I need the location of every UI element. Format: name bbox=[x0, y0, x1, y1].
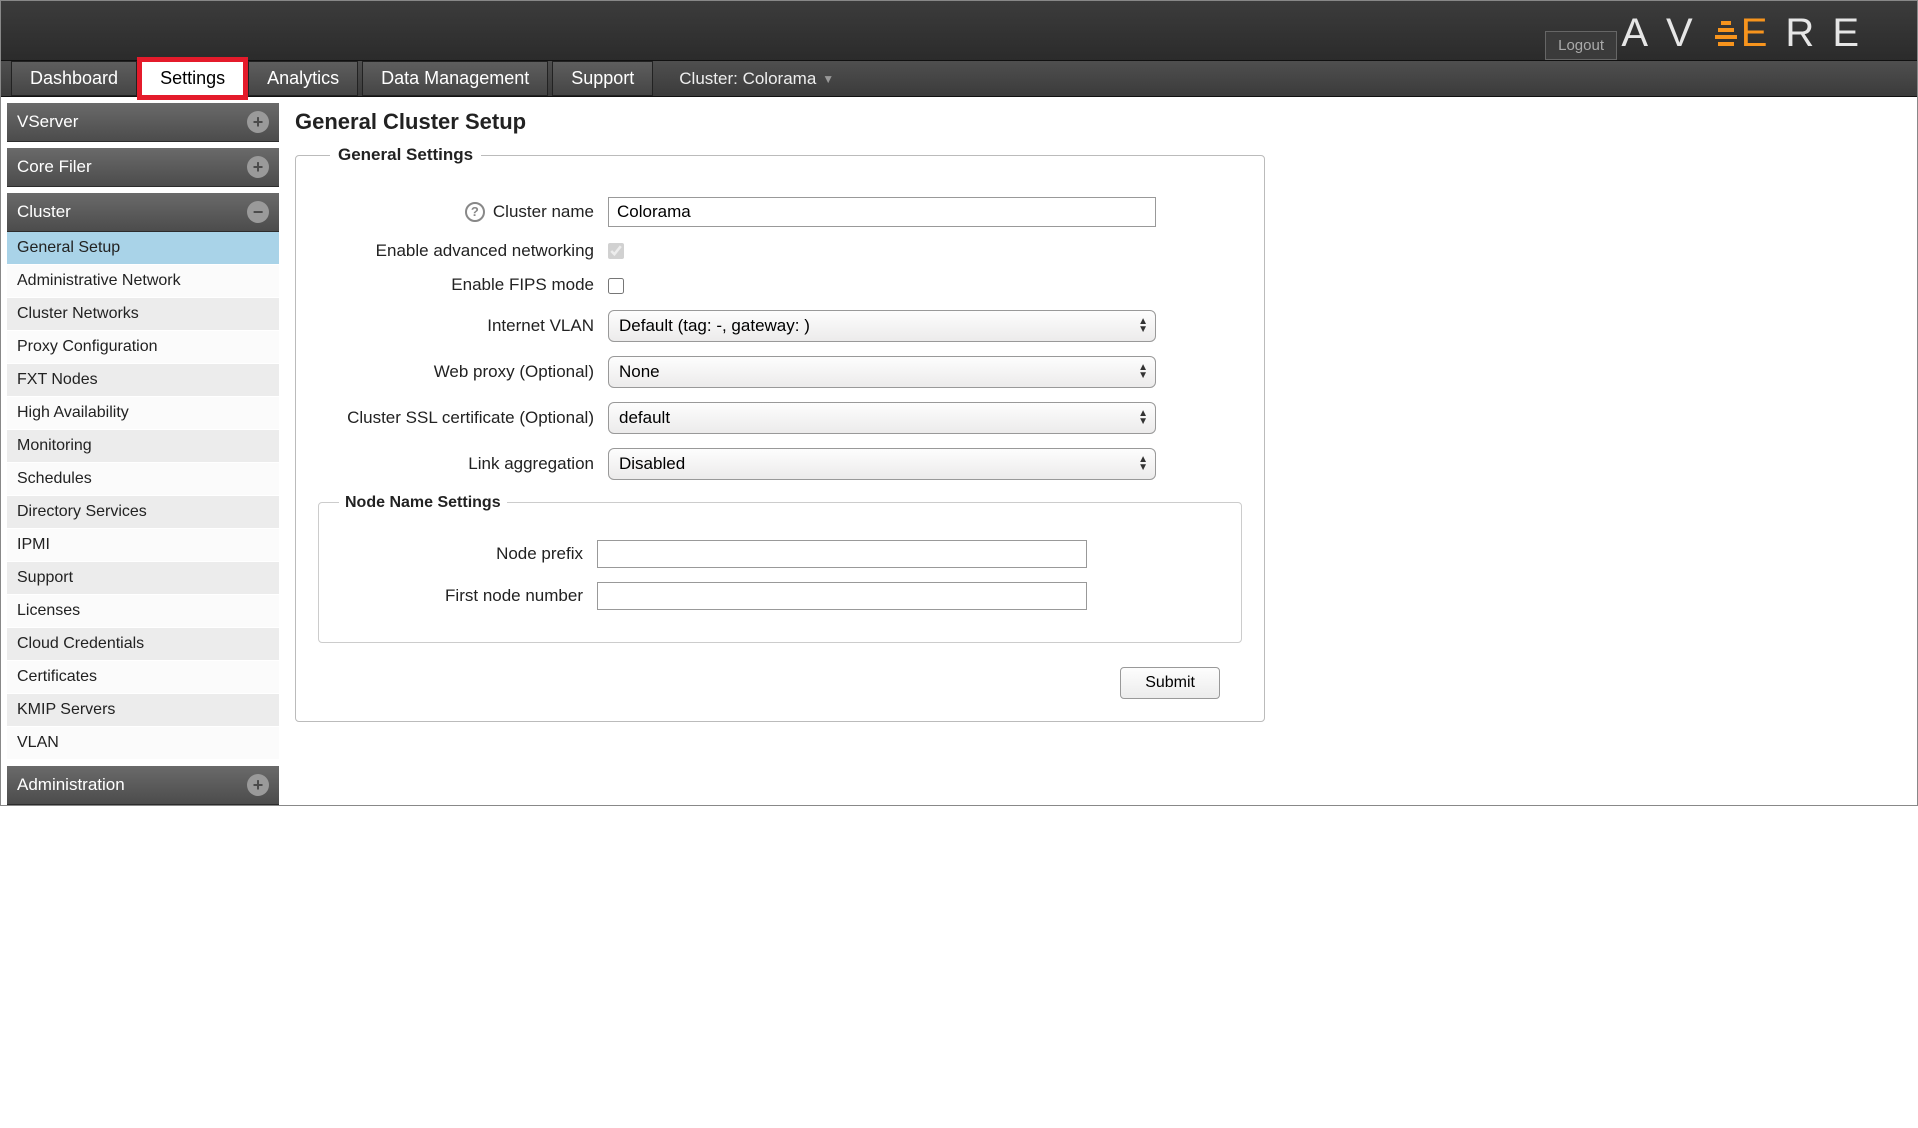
general-legend: General Settings bbox=[330, 145, 481, 165]
node-name-settings-panel: Node Name Settings Node prefix First nod… bbox=[318, 494, 1242, 643]
node-prefix-input[interactable] bbox=[597, 540, 1087, 568]
sidebar-group-cluster[interactable]: Cluster bbox=[7, 193, 279, 232]
sidebar-group-corefiler[interactable]: Core Filer bbox=[7, 148, 279, 187]
adv-networking-checkbox[interactable] bbox=[608, 243, 624, 259]
sidebar-item-cluster-networks[interactable]: Cluster Networks bbox=[7, 298, 279, 331]
tab-settings[interactable]: Settings bbox=[141, 61, 244, 96]
sidebar-item-fxt-nodes[interactable]: FXT Nodes bbox=[7, 364, 279, 397]
sidebar-item-admin-network[interactable]: Administrative Network bbox=[7, 265, 279, 298]
sidebar-item-directory-services[interactable]: Directory Services bbox=[7, 496, 279, 529]
label-internet-vlan: Internet VLAN bbox=[318, 316, 608, 336]
sidebar-item-high-availability[interactable]: High Availability bbox=[7, 397, 279, 430]
sidebar-item-cloud-credentials[interactable]: Cloud Credentials bbox=[7, 628, 279, 661]
label-node-prefix: Node prefix bbox=[327, 544, 597, 564]
label-link-agg: Link aggregation bbox=[318, 454, 608, 474]
label-web-proxy: Web proxy (Optional) bbox=[318, 362, 608, 382]
sidebar-item-proxy-config[interactable]: Proxy Configuration bbox=[7, 331, 279, 364]
sidebar-group-vserver[interactable]: VServer bbox=[7, 103, 279, 142]
general-settings-panel: General Settings ? Cluster name Enable a… bbox=[295, 145, 1265, 722]
sidebar-item-certificates[interactable]: Certificates bbox=[7, 661, 279, 694]
ssl-cert-select[interactable]: default bbox=[608, 402, 1156, 434]
label-cluster-name: Cluster name bbox=[493, 202, 594, 222]
sidebar-item-kmip-servers[interactable]: KMIP Servers bbox=[7, 694, 279, 727]
page-title: General Cluster Setup bbox=[295, 109, 1265, 135]
sidebar-item-schedules[interactable]: Schedules bbox=[7, 463, 279, 496]
link-aggregation-select[interactable]: Disabled bbox=[608, 448, 1156, 480]
sidebar-item-ipmi[interactable]: IPMI bbox=[7, 529, 279, 562]
sidebar-item-monitoring[interactable]: Monitoring bbox=[7, 430, 279, 463]
web-proxy-select[interactable]: None bbox=[608, 356, 1156, 388]
sidebar-group-administration[interactable]: Administration bbox=[7, 766, 279, 805]
internet-vlan-select[interactable]: Default (tag: -, gateway: ) bbox=[608, 310, 1156, 342]
first-node-number-input[interactable] bbox=[597, 582, 1087, 610]
label-adv-net: Enable advanced networking bbox=[318, 241, 608, 261]
tab-analytics[interactable]: Analytics bbox=[248, 61, 358, 96]
cluster-selector[interactable]: Cluster: Colorama ▼ bbox=[657, 61, 834, 96]
brand-bars-icon bbox=[1715, 21, 1737, 46]
node-legend: Node Name Settings bbox=[339, 494, 507, 512]
plus-icon bbox=[247, 111, 269, 133]
top-header: Logout A V E R E bbox=[1, 1, 1917, 61]
label-fips: Enable FIPS mode bbox=[318, 275, 608, 295]
submit-button[interactable]: Submit bbox=[1120, 667, 1220, 699]
sidebar: VServer Core Filer Cluster General Setup… bbox=[1, 97, 279, 805]
tab-dashboard[interactable]: Dashboard bbox=[11, 61, 137, 96]
fips-checkbox[interactable] bbox=[608, 278, 624, 294]
chevron-down-icon: ▼ bbox=[822, 72, 834, 86]
cluster-label: Cluster: Colorama bbox=[679, 69, 816, 89]
minus-icon bbox=[247, 201, 269, 223]
sidebar-item-general-setup[interactable]: General Setup bbox=[7, 232, 279, 265]
tab-support[interactable]: Support bbox=[552, 61, 653, 96]
help-icon[interactable]: ? bbox=[465, 202, 485, 222]
sidebar-item-vlan[interactable]: VLAN bbox=[7, 727, 279, 760]
cluster-name-input[interactable] bbox=[608, 197, 1156, 227]
main-content: General Cluster Setup General Settings ?… bbox=[279, 97, 1289, 752]
tab-data-management[interactable]: Data Management bbox=[362, 61, 548, 96]
label-ssl-cert: Cluster SSL certificate (Optional) bbox=[318, 408, 608, 428]
brand-logo: A V E R E bbox=[1621, 11, 1877, 56]
logout-button[interactable]: Logout bbox=[1545, 31, 1617, 60]
plus-icon bbox=[247, 774, 269, 796]
plus-icon bbox=[247, 156, 269, 178]
main-tabs: Dashboard Settings Analytics Data Manage… bbox=[1, 61, 1917, 97]
label-first-node: First node number bbox=[327, 586, 597, 606]
sidebar-item-support[interactable]: Support bbox=[7, 562, 279, 595]
sidebar-item-licenses[interactable]: Licenses bbox=[7, 595, 279, 628]
